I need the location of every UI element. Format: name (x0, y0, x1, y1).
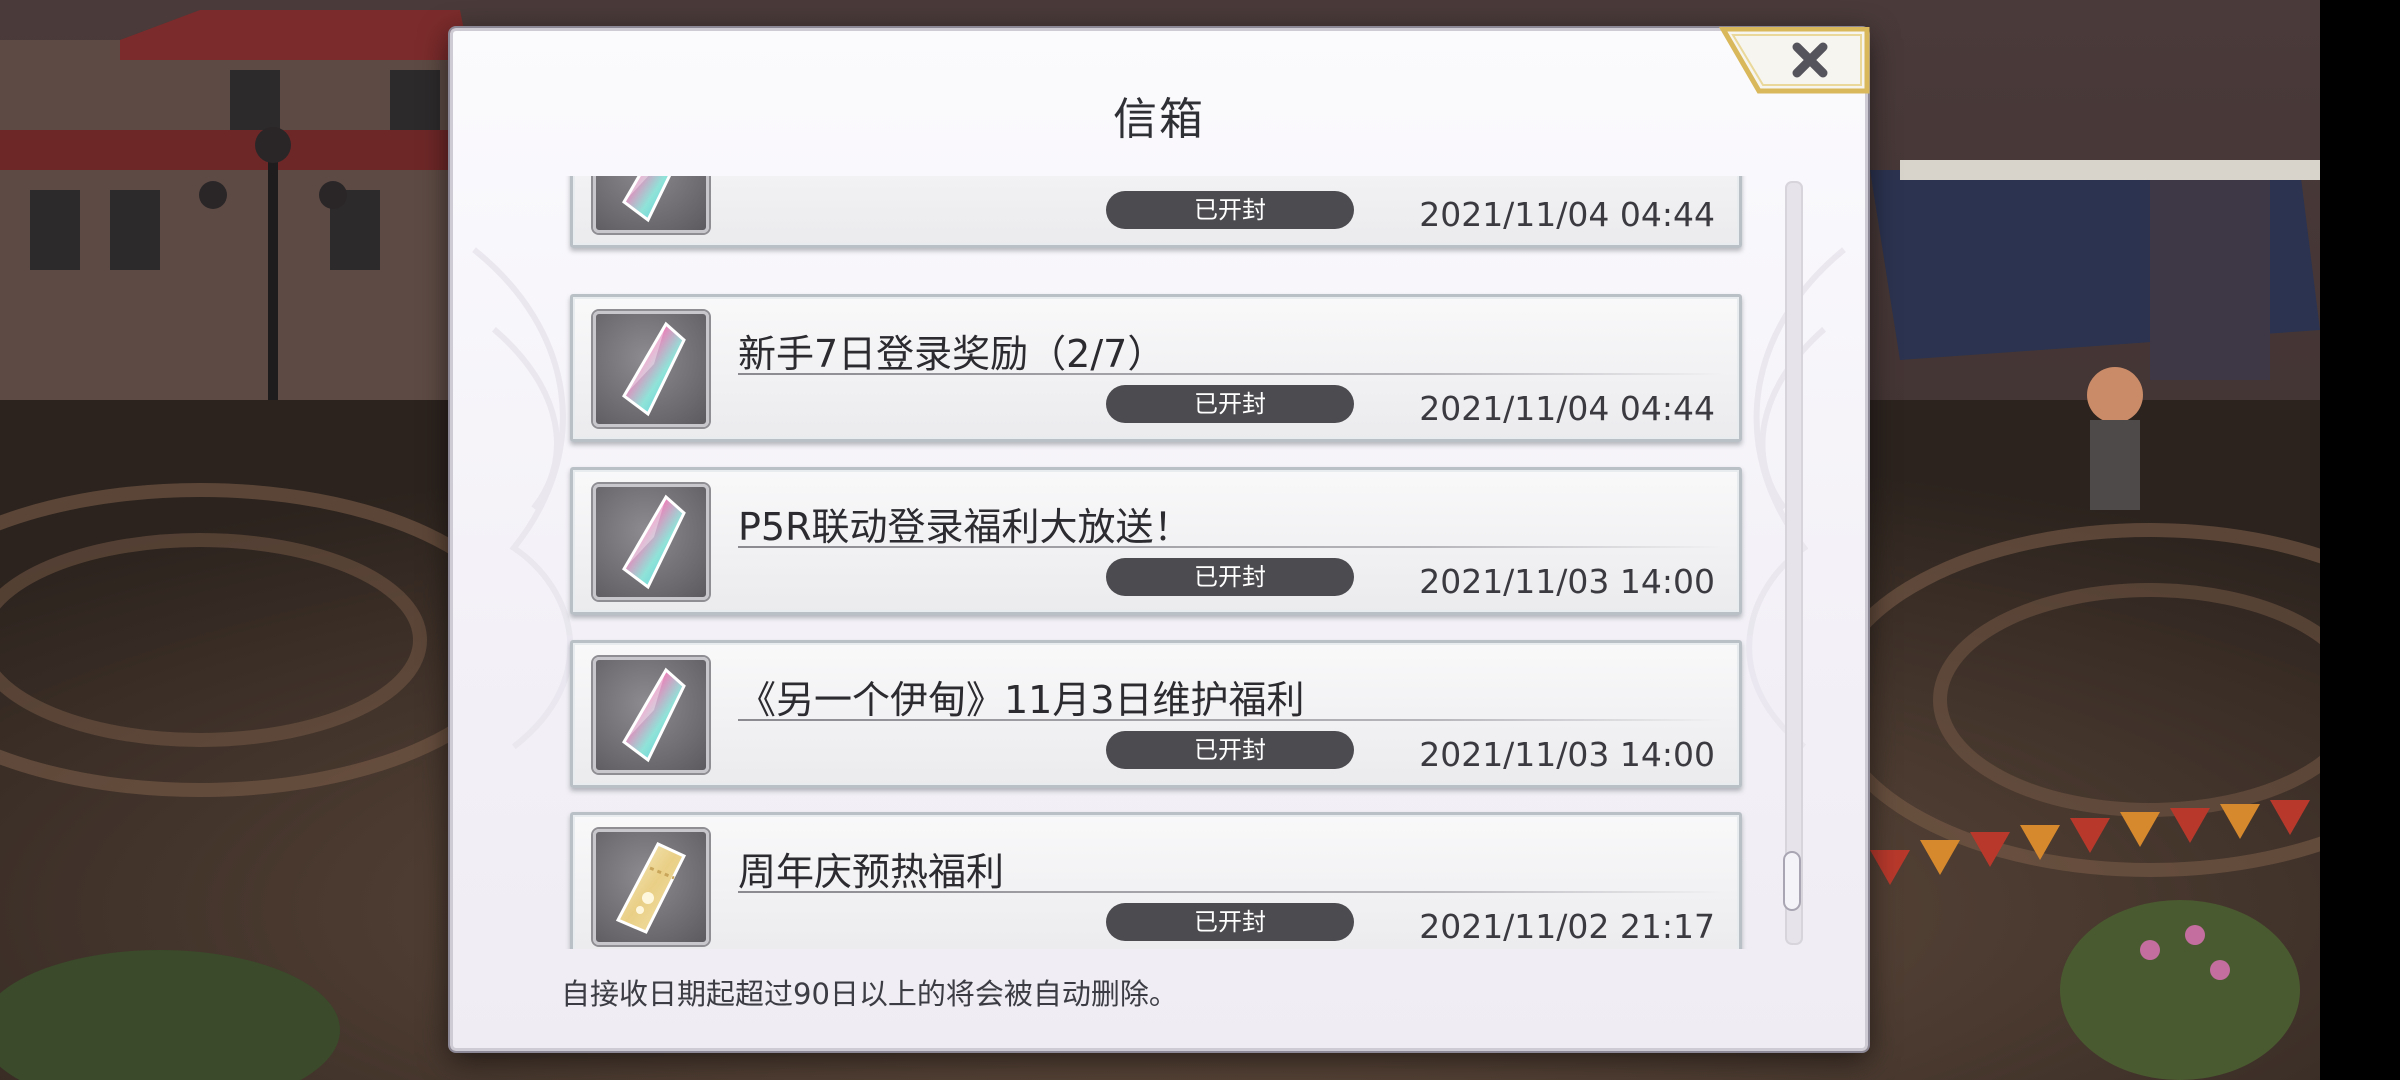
gold-ticket-icon (593, 829, 709, 945)
mail-item[interactable]: 已开封 2021/11/04 04:44 (570, 176, 1742, 248)
mail-date: 2021/11/03 14:00 (1419, 735, 1715, 774)
status-badge: 已开封 (1106, 385, 1354, 423)
mail-item[interactable]: 新手7日登录奖励（2/7） 已开封 2021/11/04 04:44 (570, 294, 1742, 442)
close-x-icon (1719, 27, 1871, 95)
mail-item[interactable]: 《另一个伊甸》11月3日维护福利 已开封 2021/11/03 14:00 (570, 640, 1742, 788)
status-badge: 已开封 (1106, 731, 1354, 769)
auto-delete-notice: 自接收日期起超过90日以上的将会被自动删除。 (561, 977, 1178, 1011)
rainbow-crystal-icon (593, 657, 709, 773)
mail-divider (738, 891, 1723, 893)
status-badge: 已开封 (1106, 558, 1354, 596)
rainbow-crystal-icon (593, 311, 709, 427)
close-button[interactable] (1719, 27, 1871, 95)
status-badge: 已开封 (1106, 191, 1354, 229)
scrollbar-track[interactable] (1785, 181, 1803, 945)
mail-date: 2021/11/02 21:17 (1419, 907, 1715, 946)
mail-list[interactable]: 已开封 2021/11/04 04:44 新手7日登录奖励（2/7） 已开封 2… (560, 176, 1760, 949)
mail-date: 2021/11/03 14:00 (1419, 562, 1715, 601)
mail-title: P5R联动登录福利大放送！ (738, 505, 1192, 549)
mail-title: 新手7日登录奖励（2/7） (738, 332, 1166, 376)
mail-title: 周年庆预热福利 (738, 850, 1005, 894)
mail-item[interactable]: P5R联动登录福利大放送！ 已开封 2021/11/03 14:00 (570, 467, 1742, 615)
status-badge: 已开封 (1106, 903, 1354, 941)
mail-divider (738, 719, 1723, 721)
mail-divider (738, 373, 1723, 375)
screen-edge-bar (2320, 0, 2400, 1080)
scrollbar-thumb[interactable] (1783, 851, 1801, 911)
mail-title: 《另一个伊甸》11月3日维护福利 (738, 678, 1305, 722)
mail-date: 2021/11/04 04:44 (1419, 195, 1715, 234)
rainbow-crystal-icon (593, 176, 709, 233)
rainbow-crystal-icon (593, 484, 709, 600)
mail-divider (738, 546, 1723, 548)
mail-date: 2021/11/04 04:44 (1419, 389, 1715, 428)
mailbox-dialog: 信箱 已开封 2021/11/04 04:44 新手7日登录奖励（2/7） 已开… (450, 27, 1871, 1051)
dialog-title: 信箱 (1113, 94, 1205, 145)
mail-item[interactable]: 周年庆预热福利 已开封 2021/11/02 21:17 (570, 812, 1742, 949)
